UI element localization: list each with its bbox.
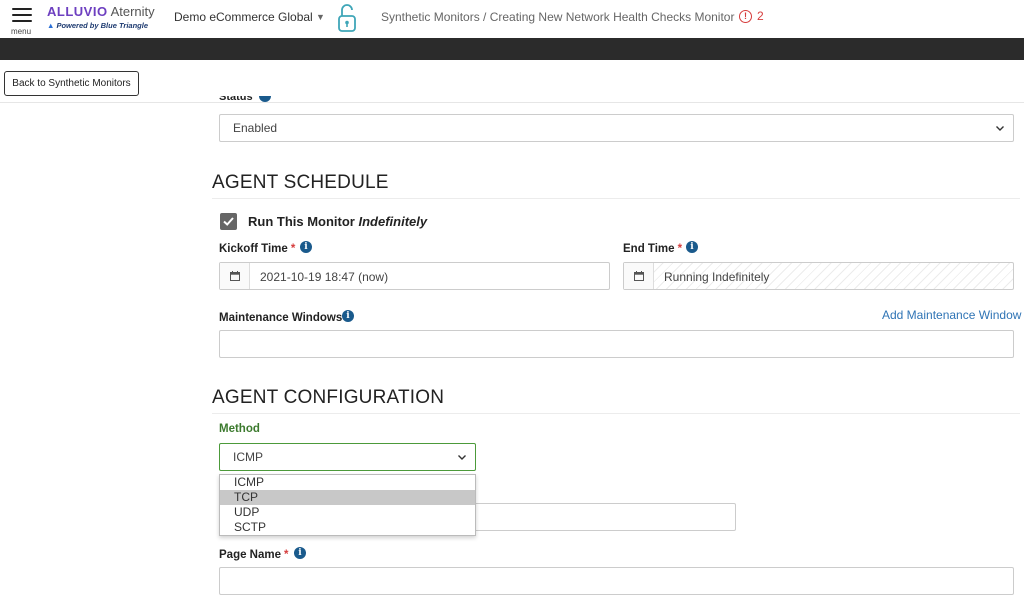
add-maintenance-window-link[interactable]: Add Maintenance Window bbox=[882, 308, 1021, 322]
alert-count: 2 bbox=[757, 9, 764, 23]
method-select[interactable]: ICMP bbox=[219, 443, 476, 471]
method-label: Method bbox=[219, 423, 260, 435]
hamburger-icon bbox=[10, 8, 36, 22]
method-option-tcp[interactable]: TCP bbox=[220, 490, 475, 505]
kickoff-time-label: Kickoff Time * bbox=[219, 243, 296, 255]
section-divider bbox=[212, 198, 1020, 199]
agent-schedule-title: AGENT SCHEDULE bbox=[212, 172, 389, 193]
run-indefinitely-checkbox[interactable] bbox=[220, 213, 237, 230]
calendar-icon[interactable] bbox=[220, 263, 250, 289]
checkmark-icon bbox=[223, 217, 234, 226]
kickoff-time-value: 2021-10-19 18:47 (now) bbox=[260, 270, 389, 284]
info-icon[interactable]: i bbox=[342, 310, 354, 322]
method-value: ICMP bbox=[233, 450, 263, 464]
method-option-udp[interactable]: UDP bbox=[220, 505, 475, 520]
menu-label: menu bbox=[11, 27, 32, 36]
breadcrumb: Synthetic Monitors / Creating New Networ… bbox=[381, 10, 735, 24]
brand-product: Aternity bbox=[110, 4, 155, 19]
method-option-icmp[interactable]: ICMP bbox=[220, 475, 475, 490]
info-icon[interactable]: i bbox=[294, 547, 306, 559]
alert-circle-icon: ! bbox=[739, 9, 752, 23]
method-dropdown-list: ICMP TCP UDP SCTP bbox=[219, 474, 476, 536]
calendar-icon bbox=[624, 263, 654, 289]
environment-selector[interactable]: Demo eCommerce Global bbox=[174, 10, 313, 24]
alert-indicator[interactable]: ! 2 bbox=[739, 9, 764, 23]
top-bar: menu ALLUVIO Aternity ▲ Powered by Blue Tr… bbox=[0, 0, 1024, 38]
header-dark-bar bbox=[0, 38, 1024, 60]
chevron-down-icon bbox=[458, 455, 466, 460]
section-divider bbox=[212, 413, 1020, 414]
brand-tagline: Powered by Blue Triangle bbox=[56, 21, 148, 30]
run-indefinitely-label: Run This Monitor Indefinitely bbox=[248, 214, 428, 229]
page-name-label: Page Name * bbox=[219, 549, 289, 561]
method-option-sctp[interactable]: SCTP bbox=[220, 520, 475, 535]
brand-name: ALLUVIO bbox=[47, 4, 108, 19]
page-name-field[interactable] bbox=[219, 567, 1014, 595]
info-icon[interactable]: i bbox=[300, 241, 312, 253]
info-icon[interactable]: i bbox=[686, 241, 698, 253]
unlock-icon[interactable] bbox=[337, 2, 357, 34]
chevron-down-icon bbox=[996, 126, 1004, 131]
menu-button[interactable]: menu bbox=[10, 4, 36, 36]
end-time-value: Running Indefinitely bbox=[664, 270, 770, 284]
kickoff-time-field[interactable]: 2021-10-19 18:47 (now) bbox=[219, 262, 610, 290]
status-value: Enabled bbox=[233, 121, 278, 135]
agent-configuration-title: AGENT CONFIGURATION bbox=[212, 387, 445, 408]
caret-down-icon[interactable]: ▼ bbox=[316, 12, 325, 22]
maintenance-windows-field[interactable] bbox=[219, 330, 1014, 358]
status-select[interactable]: Enabled bbox=[219, 114, 1014, 142]
maintenance-windows-label: Maintenance Windows bbox=[219, 312, 343, 324]
header-divider bbox=[0, 102, 1024, 103]
end-time-field: Running Indefinitely bbox=[623, 262, 1014, 290]
brand-logo[interactable]: ALLUVIO Aternity ▲ Powered by Blue Triangl… bbox=[47, 4, 155, 30]
triangle-icon: ▲ bbox=[47, 21, 55, 30]
end-time-label: End Time * bbox=[623, 243, 683, 255]
back-to-synthetic-monitors-button[interactable]: Back to Synthetic Monitors bbox=[4, 71, 139, 96]
